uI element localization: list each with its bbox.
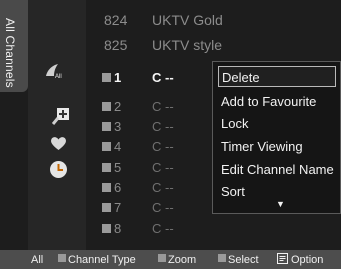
channel-type-square-icon [102, 122, 111, 131]
svg-text:All: All [55, 74, 62, 80]
select-button-icon [218, 254, 226, 262]
menu-item-edit-channel-name[interactable]: Edit Channel Name [218, 159, 336, 180]
channel-row[interactable]: 4 C -- [98, 137, 218, 157]
channel-type-square-icon [102, 142, 111, 151]
zoom-button-icon [158, 254, 166, 262]
bottom-select-label[interactable]: Select [228, 254, 259, 266]
bottom-help-bar: All Channel Type Zoom Select Option [0, 250, 341, 269]
timer-clock-icon[interactable] [49, 160, 68, 179]
channel-type-button-icon [58, 254, 66, 262]
channel-type-square-icon [102, 163, 111, 172]
menu-item-timer-viewing[interactable]: Timer Viewing [218, 136, 336, 157]
channel-row-selected[interactable]: 1 C -- [98, 68, 218, 88]
channel-number: 3 [114, 119, 122, 134]
channel-row[interactable]: 5 C -- [98, 158, 218, 178]
channel-name: C -- [152, 99, 174, 114]
channel-row[interactable]: 2 C -- [98, 97, 218, 117]
channel-row[interactable]: 3 C -- [98, 117, 218, 137]
channel-name: C -- [152, 160, 174, 175]
channel-number: 825 [104, 37, 128, 53]
bottom-option-label[interactable]: Option [291, 254, 323, 266]
scroll-down-arrow-icon[interactable]: ▼ [276, 199, 285, 209]
channel-number: 7 [114, 200, 122, 215]
channel-type-square-icon [102, 224, 111, 233]
menu-item-delete[interactable]: Delete [218, 66, 336, 87]
channel-number: 6 [114, 180, 122, 195]
channel-number: 824 [104, 12, 128, 28]
channel-type-square-icon [102, 73, 111, 82]
channel-list-screen: All Channels All 824 UKTV Gold 8 25 UKTV … [0, 0, 341, 269]
channel-type-square-icon [102, 203, 111, 212]
bottom-zoom-label[interactable]: Zoom [168, 254, 196, 266]
all-channels-icon[interactable]: All [44, 62, 66, 80]
channel-row[interactable]: 8 C -- [98, 219, 218, 239]
channel-number: 1 [114, 70, 122, 85]
channel-name: C -- [152, 200, 174, 215]
channel-type-square-icon [102, 183, 111, 192]
channel-name: C -- [152, 70, 174, 85]
menu-item-lock[interactable]: Lock [218, 113, 336, 134]
channel-type-square-icon [102, 102, 111, 111]
channel-number: 2 [114, 99, 122, 114]
channel-row[interactable]: 7 C -- [98, 198, 218, 218]
channel-name: C -- [152, 139, 174, 154]
channel-number: 5 [114, 160, 122, 175]
channel-row[interactable]: 6 C -- [98, 178, 218, 198]
option-menu-icon [277, 253, 288, 267]
menu-item-add-to-favourite[interactable]: Add to Favourite [218, 91, 336, 112]
channel-number: 4 [114, 139, 122, 154]
added-channels-icon[interactable] [51, 107, 70, 125]
bottom-all-label: All [31, 254, 44, 266]
side-tab-label: All Channels [3, 18, 17, 88]
bottom-channel-type-label[interactable]: Channel Type [68, 254, 136, 266]
channel-name: UKTV style [152, 37, 223, 53]
channel-name: C -- [152, 119, 174, 134]
channel-number: 8 [114, 221, 122, 236]
channel-name: C -- [152, 221, 174, 236]
channel-name: C -- [152, 180, 174, 195]
favourite-heart-icon[interactable] [50, 136, 67, 151]
side-tab: All Channels [0, 0, 28, 92]
channel-name: UKTV Gold [152, 12, 223, 28]
